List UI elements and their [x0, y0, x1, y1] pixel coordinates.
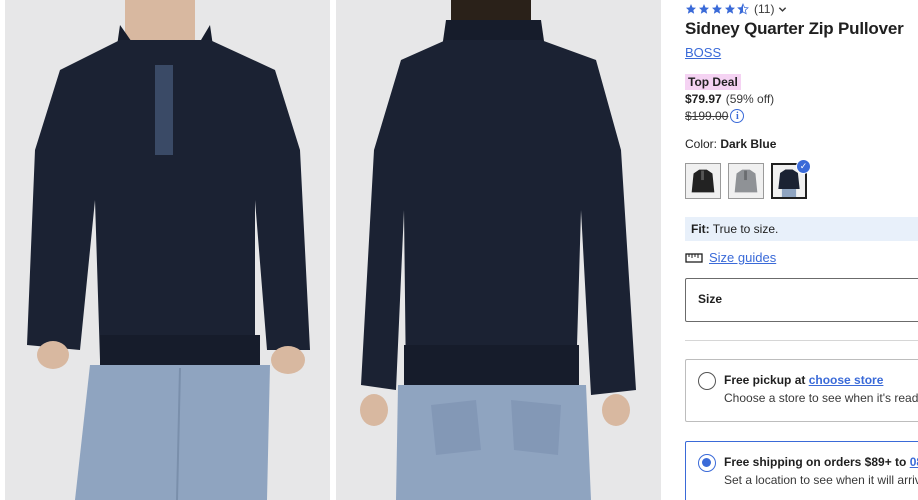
- product-photo-back[interactable]: [336, 0, 661, 500]
- pickup-radio[interactable]: [698, 372, 716, 390]
- sale-price: $79.97: [685, 92, 722, 106]
- shipping-radio[interactable]: [698, 454, 716, 472]
- color-swatches: ✓: [685, 159, 811, 199]
- back-photo-illustration: [336, 0, 661, 500]
- brand-link[interactable]: BOSS: [685, 45, 721, 60]
- pickup-subtext: Choose a store to see when it's ready: [724, 391, 918, 405]
- star-rating: [685, 3, 749, 15]
- original-price: $199.00: [685, 109, 729, 123]
- swatch-gray[interactable]: [728, 163, 764, 199]
- shipping-title-text: Free shipping on orders $89+ to: [724, 455, 910, 469]
- pickup-title-text: Free pickup at: [724, 373, 809, 387]
- size-select-label: Size: [698, 292, 723, 306]
- size-guide-row[interactable]: Size guides: [685, 250, 776, 265]
- rating-summary[interactable]: (11): [685, 2, 787, 16]
- rating-count[interactable]: (11): [754, 2, 774, 16]
- price-row: $79.97 (59% off): [685, 92, 774, 106]
- fit-info: Fit: True to size.: [685, 217, 918, 241]
- shipping-title: Free shipping on orders $89+ to 083: [724, 455, 918, 469]
- fit-value: True to size.: [709, 222, 779, 236]
- top-deal-badge: Top Deal: [685, 74, 741, 90]
- color-value: Dark Blue: [720, 137, 777, 151]
- star-icon: [712, 4, 722, 14]
- swatch-dark-blue[interactable]: ✓: [771, 159, 811, 199]
- shipping-subtext: Set a location to see when it will arriv…: [724, 473, 918, 487]
- swatch-black[interactable]: [685, 163, 721, 199]
- half-star-icon: [737, 3, 749, 15]
- choose-store-link[interactable]: choose store: [809, 373, 884, 387]
- fit-label: Fit:: [691, 222, 710, 236]
- swatch-black-image: [686, 164, 720, 198]
- ruler-icon: [685, 252, 703, 263]
- discount-percent: (59% off): [725, 92, 775, 106]
- swatch-gray-image: [729, 164, 763, 198]
- product-title: Sidney Quarter Zip Pullover: [685, 19, 904, 38]
- size-select[interactable]: Size: [685, 278, 918, 322]
- pickup-title: Free pickup at choose store: [724, 373, 883, 387]
- zip-code-link[interactable]: 083: [910, 455, 918, 469]
- selected-check-icon: ✓: [796, 159, 811, 174]
- divider: [685, 340, 918, 341]
- star-icon: [699, 4, 709, 14]
- radio-selected-dot: [702, 458, 711, 467]
- chevron-down-icon[interactable]: [778, 5, 787, 14]
- pickup-option[interactable]: Free pickup at choose store Choose a sto…: [685, 359, 918, 422]
- color-label-prefix: Color:: [685, 137, 721, 151]
- star-icon: [725, 4, 735, 14]
- shipping-option[interactable]: Free shipping on orders $89+ to 083 Set …: [685, 441, 918, 500]
- star-icon: [686, 4, 696, 14]
- info-icon[interactable]: i: [730, 109, 745, 123]
- color-label: Color: Dark Blue: [685, 137, 776, 151]
- original-price-row: $199.00 i: [685, 109, 745, 123]
- product-photo-front[interactable]: [5, 0, 330, 500]
- front-photo-illustration: [5, 0, 330, 500]
- size-guides-link[interactable]: Size guides: [709, 250, 776, 265]
